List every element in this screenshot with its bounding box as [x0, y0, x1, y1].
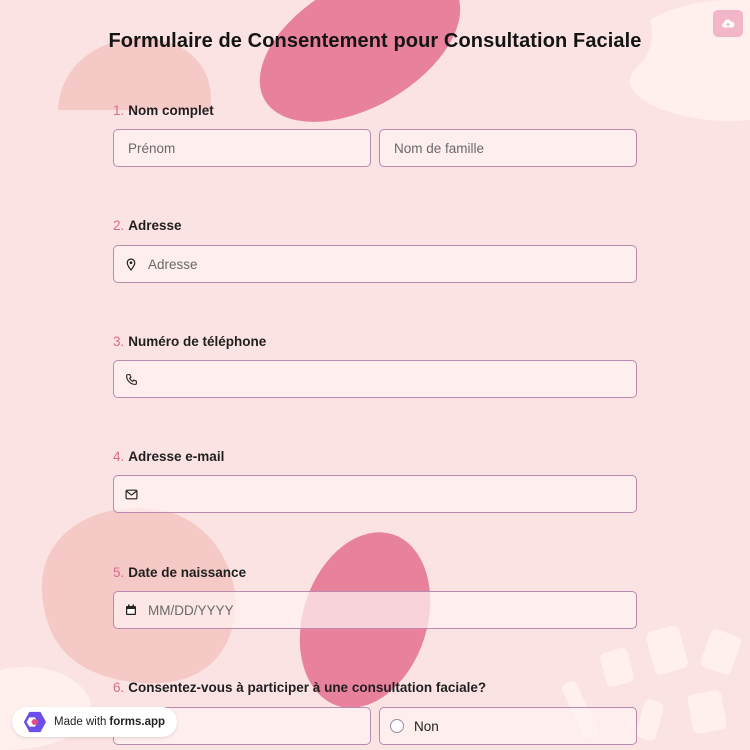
phone-icon — [124, 372, 138, 386]
question-number: 4. — [113, 449, 125, 464]
birthdate-input[interactable]: MM/DD/YYYY — [113, 591, 637, 629]
location-pin-icon — [124, 257, 138, 271]
made-with-badge[interactable]: Made with forms.app — [12, 707, 178, 737]
form-title: Formulaire de Consentement pour Consulta… — [108, 30, 642, 52]
question-text: Date de naissance — [128, 565, 247, 580]
question-label-3: 3. Numéro de téléphone — [113, 334, 266, 349]
question-label-4: 4. Adresse e-mail — [113, 449, 224, 464]
radio-option-non[interactable]: Non — [379, 707, 637, 745]
badge-prefix: Made with — [54, 716, 107, 728]
input-placeholder: MM/DD/YYYY — [148, 602, 234, 618]
question-text: Adresse e-mail — [128, 449, 225, 464]
question-number: 1. — [113, 103, 125, 118]
radio-circle-icon[interactable] — [390, 719, 404, 733]
question-label-1: 1. Nom complet — [113, 103, 214, 118]
calendar-icon — [124, 603, 138, 617]
question-label-6: 6. Consentez-vous à participer à une cons… — [113, 680, 486, 695]
question-number: 3. — [113, 334, 125, 349]
badge-brand: forms.app — [109, 716, 166, 728]
radio-option-label: Non — [414, 718, 439, 734]
input-placeholder: Nom de famille — [394, 140, 485, 156]
email-input[interactable] — [113, 475, 637, 513]
question-text: Nom complet — [128, 103, 214, 118]
question-number: 2. — [113, 218, 125, 233]
question-text: Adresse — [128, 218, 182, 233]
input-placeholder: Adresse — [148, 256, 198, 272]
input-placeholder: Prénom — [128, 140, 176, 156]
question-number: 6. — [113, 680, 125, 695]
question-number: 5. — [113, 565, 125, 580]
envelope-icon — [124, 487, 138, 501]
question-text: Numéro de téléphone — [128, 334, 267, 349]
forms-app-logo-icon — [23, 711, 46, 733]
question-text: Consentez-vous à participer à une consul… — [128, 680, 487, 695]
address-input[interactable]: Adresse — [113, 245, 637, 283]
first-name-input[interactable]: Prénom — [113, 129, 371, 167]
phone-input[interactable] — [113, 360, 637, 398]
question-label-5: 5. Date de naissance — [113, 565, 246, 580]
question-label-2: 2. Adresse — [113, 218, 182, 233]
last-name-input[interactable]: Nom de famille — [379, 129, 637, 167]
cloud-upload-icon — [722, 18, 735, 28]
